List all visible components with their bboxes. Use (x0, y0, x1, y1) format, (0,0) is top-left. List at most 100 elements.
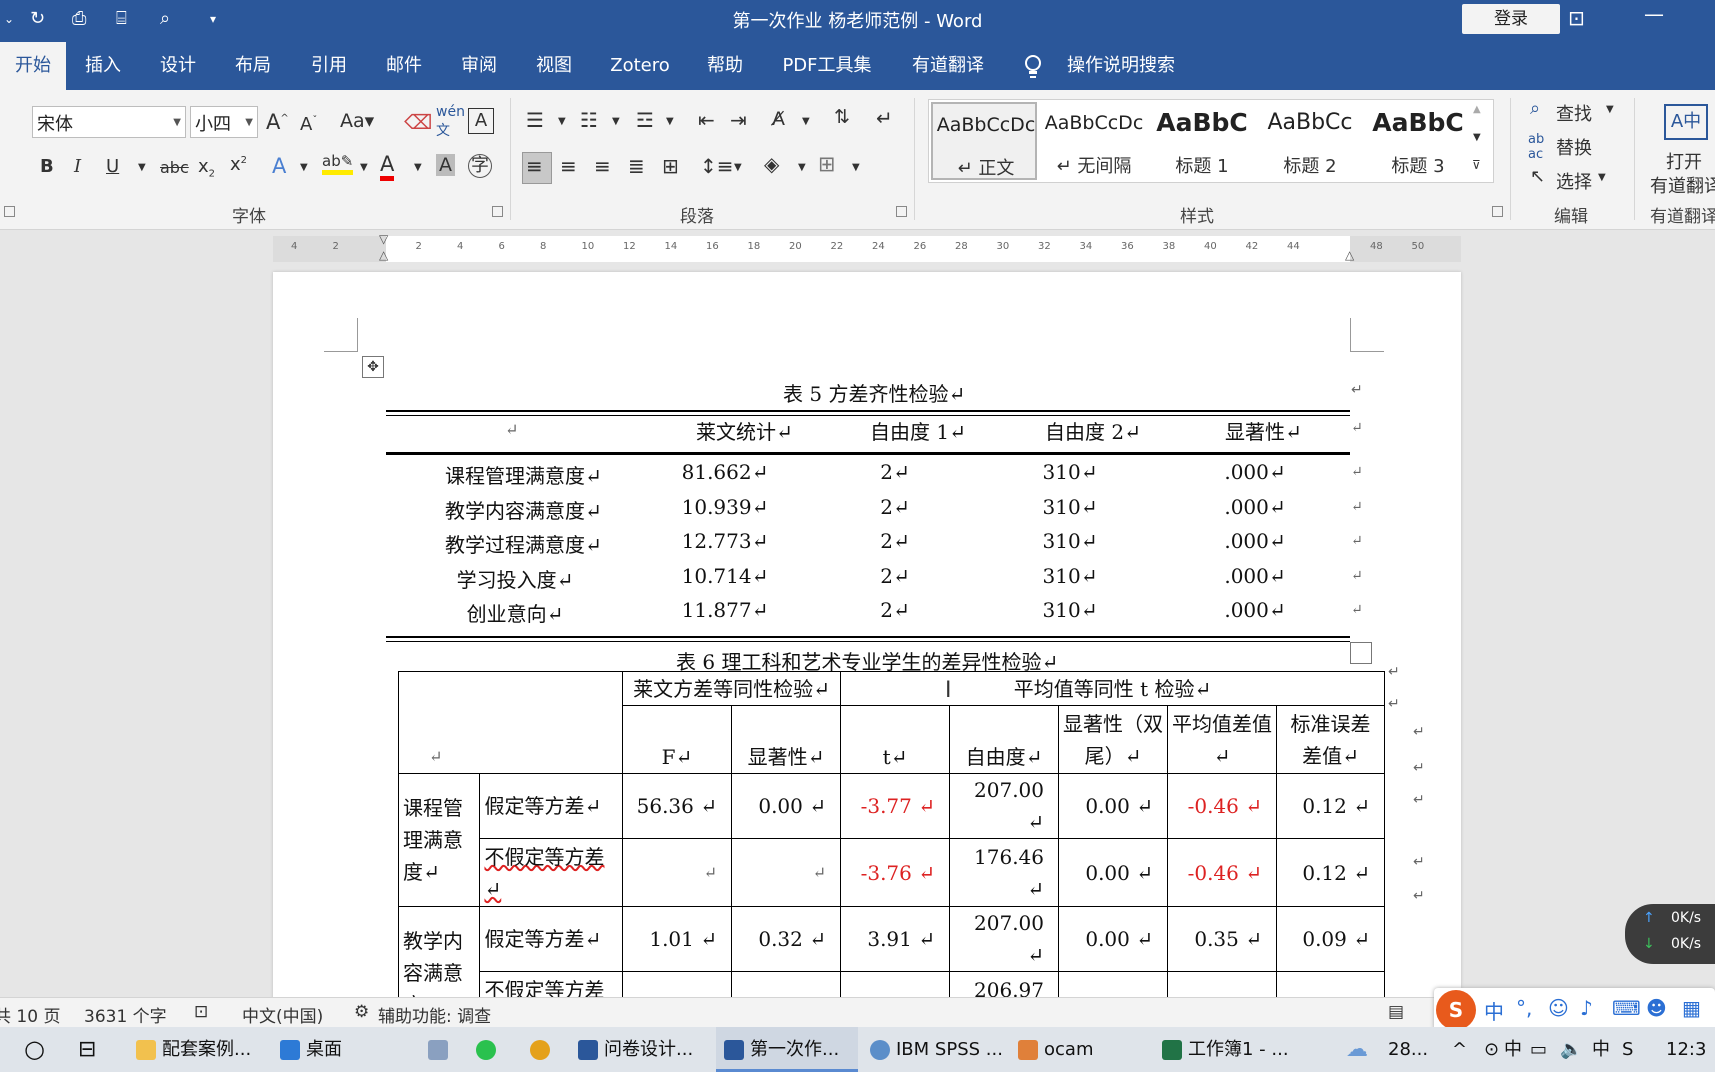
taskbar-item-folder[interactable]: 配套案例... (136, 1027, 251, 1072)
clipboard-dialog-launcher[interactable] (4, 206, 15, 217)
borders-icon[interactable]: ⊞ (818, 152, 836, 176)
clear-formatting-icon[interactable]: ⌫ (404, 110, 432, 134)
enclose-characters-icon[interactable]: 字 (468, 154, 492, 178)
open-youdao-button[interactable]: 打开 (1666, 148, 1702, 174)
chevron-down-icon[interactable]: ▼ (300, 162, 308, 173)
chevron-down-icon[interactable]: ▼ (852, 162, 860, 173)
font-dialog-launcher[interactable] (492, 206, 503, 217)
tray-lang[interactable]: 中 (1504, 1027, 1522, 1072)
proofing-icon[interactable]: ⊡ (194, 1002, 208, 1022)
word-count[interactable]: 3631 个字 (84, 1002, 167, 1027)
tab-zotero[interactable]: Zotero (600, 42, 680, 90)
gallery-down-icon[interactable]: ▼ (1473, 132, 1481, 143)
translate-icon[interactable]: A中 (1664, 104, 1708, 140)
align-right-icon[interactable]: ≡ (594, 154, 611, 178)
weather-icon[interactable]: ☁ (1346, 1027, 1368, 1072)
weather-temp[interactable]: 28... (1388, 1027, 1428, 1072)
sogou-logo-icon[interactable]: S (1436, 990, 1476, 1030)
justify-icon[interactable]: ≣ (628, 154, 645, 178)
language-status[interactable]: 中文(中国) (242, 1002, 323, 1027)
subscript-icon[interactable]: x2 (198, 156, 215, 180)
tray-expand-icon[interactable]: ^ (1452, 1027, 1467, 1072)
italic-icon[interactable]: I (74, 156, 81, 177)
taskbar-item-excel[interactable]: 工作簿1 - ... (1162, 1027, 1289, 1072)
chevron-down-icon[interactable]: ▼ (666, 116, 674, 127)
clock[interactable]: 12:3 (1666, 1027, 1706, 1072)
align-center-icon[interactable]: ≡ (560, 154, 577, 178)
youdao-translate-label[interactable]: 有道翻译 (1650, 172, 1715, 198)
tray-ime-icon[interactable]: 中 (1592, 1027, 1610, 1072)
chevron-down-icon[interactable]: ▼ (138, 162, 146, 173)
styles-dialog-launcher[interactable] (1492, 206, 1503, 217)
sort-icon[interactable]: ⇅ (834, 106, 850, 128)
tab-insert[interactable]: 插入 (70, 42, 136, 90)
font-size-combo[interactable]: 小四 ▼ (190, 106, 258, 138)
taskbar-wechat[interactable] (476, 1027, 502, 1072)
search-icon[interactable]: ⌕ (1530, 98, 1540, 119)
decrease-indent-icon[interactable]: ⇤ (698, 108, 715, 132)
taskbar-item-word-survey[interactable]: 问卷设计... (578, 1027, 693, 1072)
highlight-icon[interactable]: ab✎ (322, 152, 354, 175)
show-marks-icon[interactable]: ↵ (876, 106, 893, 130)
taskbar-item-word-active[interactable]: 第一次作... (716, 1027, 858, 1072)
numbering-icon[interactable]: ☷ (580, 108, 598, 132)
taskbar-app-icon[interactable] (428, 1027, 454, 1072)
keyboard-icon[interactable]: ⌨ (1612, 996, 1641, 1020)
chevron-down-icon[interactable]: ▼ (1606, 104, 1614, 115)
shading-icon[interactable]: ◈ (764, 152, 779, 176)
tab-review[interactable]: 审阅 (446, 42, 512, 90)
tab-home[interactable]: 开始 (0, 42, 66, 90)
tab-pdf-tools[interactable]: PDF工具集 (772, 42, 882, 90)
bold-icon[interactable]: B (40, 156, 54, 177)
taskbar-chrome[interactable] (530, 1027, 556, 1072)
find-button[interactable]: 查找 (1556, 100, 1592, 126)
character-border-icon[interactable]: A (468, 108, 494, 134)
chevron-down-icon[interactable]: ▼ (173, 117, 181, 128)
tab-layout[interactable]: 布局 (220, 42, 286, 90)
tab-mailings[interactable]: 邮件 (371, 42, 437, 90)
chevron-down-icon[interactable]: ▼ (245, 117, 253, 128)
task-view-icon[interactable]: ⊟ (78, 1027, 96, 1072)
tab-view[interactable]: 视图 (521, 42, 587, 90)
style-heading-3[interactable]: AaBbC 标题 3 (1365, 102, 1471, 180)
chevron-down-icon[interactable]: ▼ (1598, 172, 1606, 183)
chevron-down-icon[interactable]: ▼ (360, 162, 368, 173)
ime-mode[interactable]: 中 (1484, 996, 1504, 1025)
accessibility-status[interactable]: 辅助功能: 调查 (378, 1002, 491, 1027)
chevron-down-icon[interactable]: ▼ (414, 162, 422, 173)
change-case-icon[interactable]: Aa▾ (340, 110, 374, 132)
user-icon[interactable]: ☻ (1646, 996, 1667, 1020)
line-spacing-icon[interactable]: ↕≡ (700, 154, 734, 178)
table-move-handle-icon[interactable]: ✥ (362, 356, 384, 378)
chevron-down-icon[interactable]: ▼ (802, 116, 810, 127)
login-button[interactable]: 登录 (1462, 4, 1560, 34)
taskbar-item-ocam[interactable]: ocam (1018, 1027, 1093, 1072)
table-resize-handle[interactable] (1350, 642, 1372, 664)
shrink-font-icon[interactable]: Aˇ (300, 114, 317, 135)
chevron-down-icon[interactable]: ▼ (612, 116, 620, 127)
taskbar-item-desktop[interactable]: 桌面 (280, 1027, 342, 1072)
increase-indent-icon[interactable]: ⇥ (730, 108, 747, 132)
strikethrough-icon[interactable]: abc (160, 158, 189, 177)
character-shading-icon[interactable]: A (436, 154, 455, 176)
tab-youdao[interactable]: 有道翻译 (902, 42, 994, 90)
accessibility-icon[interactable]: ⚙ (354, 1002, 369, 1022)
tray-network-icon[interactable]: ▭ (1530, 1027, 1547, 1072)
grow-font-icon[interactable]: A^ (266, 110, 289, 134)
read-mode-icon[interactable]: ▤ (1388, 1002, 1404, 1022)
document-area[interactable]: ✥ 表 5 方差齐性检验↵ ↵ ↵ 莱文统计↵ 自由度 1↵ 自由度 2↵ 显著… (0, 262, 1715, 997)
punctuation-icon[interactable]: °, (1516, 996, 1532, 1020)
page[interactable]: ✥ 表 5 方差齐性检验↵ ↵ ↵ 莱文统计↵ 自由度 1↵ 自由度 2↵ 显著… (273, 272, 1461, 997)
align-left-icon[interactable]: ≡ (526, 154, 543, 178)
chevron-down-icon[interactable]: ▼ (734, 162, 742, 173)
style-no-spacing[interactable]: AaBbCcDc ↵ 无间隔 (1041, 102, 1147, 180)
ribbon-display-icon[interactable]: ⊡ (1568, 6, 1585, 30)
microphone-icon[interactable]: ♪ (1580, 996, 1593, 1020)
emoji-icon[interactable]: ☺ (1548, 996, 1569, 1020)
right-indent-icon[interactable]: △ (1345, 248, 1354, 262)
left-indent-icon[interactable]: △ (379, 248, 388, 262)
horizontal-ruler[interactable]: 4 2 2 4 6 8 10 12 14 16 18 20 22 24 26 28 30 32 34 36 38 40 42… (273, 232, 1461, 262)
underline-icon[interactable]: U (106, 156, 119, 177)
tell-me-search[interactable]: 操作说明搜索 (1056, 42, 1186, 90)
tab-design[interactable]: 设计 (145, 42, 211, 90)
